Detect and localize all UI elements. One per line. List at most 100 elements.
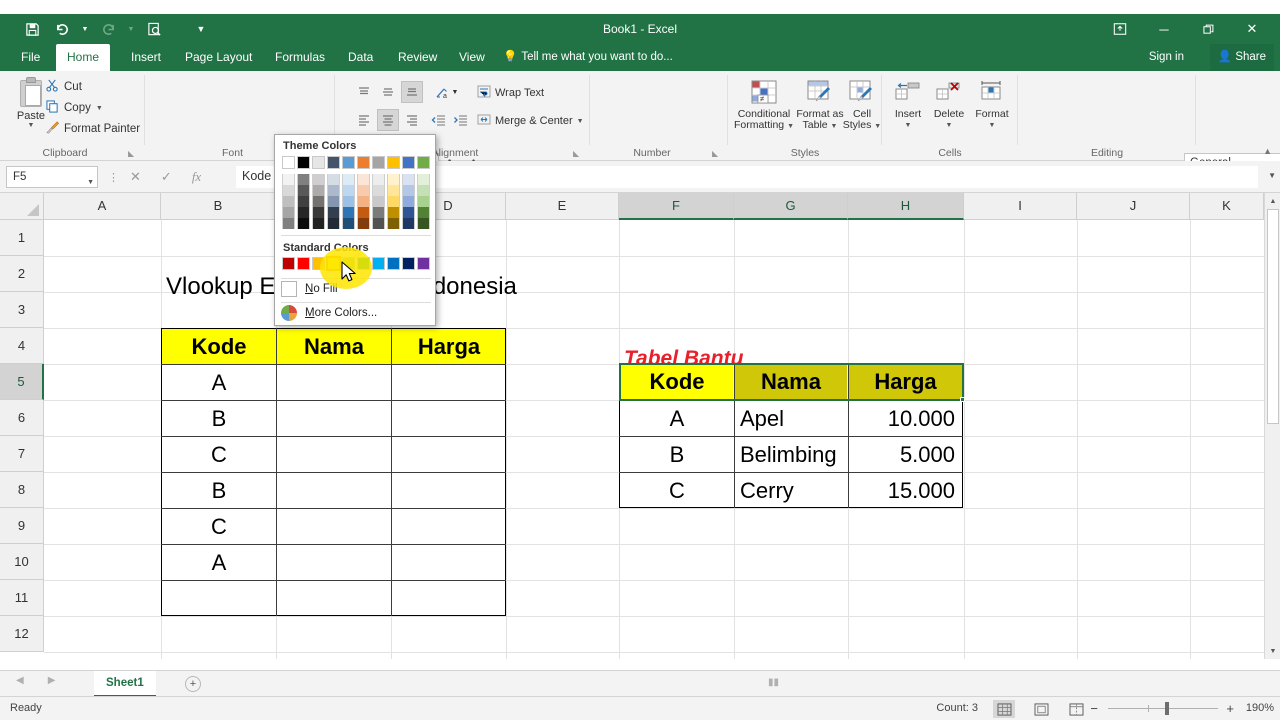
increase-indent-icon[interactable] [449, 109, 471, 131]
page-layout-icon[interactable] [1030, 700, 1052, 718]
standard-swatch-blue[interactable] [387, 257, 400, 270]
main-cell-kode-4[interactable]: B [162, 473, 276, 508]
theme-swatch-green[interactable] [417, 156, 430, 169]
insert-cells-dropdown-icon[interactable]: ▼ [888, 120, 928, 131]
name-box-dropdown-icon[interactable]: ▼ [87, 173, 94, 193]
main-cell-harga-5[interactable] [392, 509, 506, 544]
row-header-1[interactable]: 1 [0, 220, 44, 256]
select-all-corner[interactable] [0, 193, 44, 220]
zoom-slider[interactable] [1108, 702, 1218, 715]
row-header-8[interactable]: 8 [0, 472, 44, 508]
insert-function-icon[interactable]: fx [192, 169, 201, 185]
helper-cell-kode-2[interactable]: B [621, 437, 733, 472]
selection-fill-handle[interactable] [960, 397, 965, 402]
ribbon-display-options-icon[interactable] [1098, 14, 1142, 44]
helper-cell-nama-1[interactable]: Apel [735, 401, 847, 436]
vertical-scrollbar[interactable]: ▲ ▼ [1264, 193, 1280, 659]
theme-colors-top-row[interactable] [282, 156, 430, 169]
col-header-B[interactable]: B [161, 193, 276, 220]
row-header-3[interactable]: 3 [0, 292, 44, 328]
theme-swatch-dark-blue[interactable] [327, 156, 340, 169]
row-header-4[interactable]: 4 [0, 328, 44, 364]
helper-cell-harga-3[interactable]: 15.000 [849, 473, 962, 508]
row-header-7[interactable]: 7 [0, 436, 44, 472]
theme-shade-col-7[interactable] [372, 174, 385, 229]
theme-shade-col-4[interactable] [327, 174, 340, 229]
format-painter-button[interactable]: Format Painter [46, 121, 140, 137]
standard-swatch-light-blue[interactable] [372, 257, 385, 270]
tab-page-layout[interactable]: Page Layout [174, 44, 263, 71]
theme-shade-col-3[interactable] [312, 174, 325, 229]
theme-swatch-white[interactable] [282, 156, 295, 169]
main-cell-nama-4[interactable] [277, 473, 391, 508]
zoom-out-button[interactable]: − [1090, 701, 1098, 716]
row-header-9[interactable]: 9 [0, 508, 44, 544]
name-box[interactable]: F5 ▼ [6, 166, 98, 188]
main-cell-harga-1[interactable] [392, 365, 506, 400]
row-header-12[interactable]: 12 [0, 616, 44, 652]
standard-swatch-orange[interactable] [312, 257, 325, 270]
align-bottom-icon[interactable] [401, 81, 423, 103]
restore-button[interactable] [1186, 14, 1230, 44]
main-cell-nama-6[interactable] [277, 545, 391, 580]
cancel-entry-icon[interactable]: ✕ [130, 169, 141, 185]
col-header-A[interactable]: A [44, 193, 161, 220]
standard-swatch-green[interactable] [357, 257, 370, 270]
vertical-scroll-thumb[interactable] [1267, 209, 1279, 424]
main-cell-nama-3[interactable] [277, 437, 391, 472]
standard-swatch-dark-blue[interactable] [402, 257, 415, 270]
main-header-kode[interactable]: Kode [162, 329, 276, 364]
cut-button[interactable]: Cut [46, 79, 82, 95]
decrease-indent-icon[interactable] [427, 109, 449, 131]
tab-data[interactable]: Data [337, 44, 384, 71]
copy-dropdown-icon[interactable]: ▼ [96, 105, 103, 112]
theme-shade-col-8[interactable] [387, 174, 400, 229]
col-header-G[interactable]: G [734, 193, 848, 220]
collapse-ribbon-icon[interactable]: ▲ [1263, 146, 1272, 156]
more-colors-menu-item[interactable]: More Colors... [281, 305, 377, 321]
format-as-table-button[interactable]: Format as Table ▼ [796, 77, 844, 132]
orientation-dropdown-icon[interactable]: ▼ [450, 81, 460, 103]
tab-review[interactable]: Review [387, 44, 448, 71]
col-header-E[interactable]: E [506, 193, 619, 220]
next-sheet-icon[interactable]: ▶ [48, 675, 56, 686]
standard-swatch-red[interactable] [297, 257, 310, 270]
tab-home[interactable]: Home [56, 44, 111, 71]
alignment-dialog-launcher[interactable]: ◣ [573, 149, 579, 158]
tab-view[interactable]: View [448, 44, 496, 71]
main-cell-harga-4[interactable] [392, 473, 506, 508]
helper-header-harga[interactable]: Harga [849, 365, 962, 399]
main-cell-kode-2[interactable]: B [162, 401, 276, 436]
helper-cell-kode-1[interactable]: A [621, 401, 733, 436]
cell-styles-button[interactable]: Cell Styles ▼ [842, 77, 882, 132]
split-handle[interactable]: ▮▮ [768, 677, 779, 688]
standard-swatch-purple[interactable] [417, 257, 430, 270]
close-button[interactable]: ✕ [1230, 14, 1274, 44]
format-cells-dropdown-icon[interactable]: ▼ [970, 120, 1014, 131]
insert-cells-button[interactable]: Insert ▼ [888, 77, 928, 131]
col-header-H[interactable]: H [848, 193, 964, 220]
align-right-icon[interactable] [401, 109, 423, 131]
main-cell-nama-5[interactable] [277, 509, 391, 544]
align-center-icon[interactable] [377, 109, 399, 131]
theme-swatch-gray[interactable] [372, 156, 385, 169]
theme-shade-col-2[interactable] [297, 174, 310, 229]
align-left-icon[interactable] [353, 109, 375, 131]
standard-swatch-dark-red[interactable] [282, 257, 295, 270]
zoom-slider-knob[interactable] [1165, 702, 1169, 715]
fill-color-dropdown-menu[interactable]: Theme Colors Standard Colors No Fill Mor… [274, 134, 436, 326]
main-header-harga[interactable]: Harga [392, 329, 506, 364]
theme-swatch-indigo[interactable] [402, 156, 415, 169]
expand-formula-bar-icon[interactable]: ▼ [1268, 171, 1276, 180]
clipboard-dialog-launcher[interactable]: ◣ [128, 149, 134, 158]
sheet-tab-sheet1[interactable]: Sheet1 [94, 671, 156, 697]
main-header-nama[interactable]: Nama [277, 329, 391, 364]
number-dialog-launcher[interactable]: ◣ [712, 149, 718, 158]
col-header-K[interactable]: K [1190, 193, 1264, 220]
merge-center-button[interactable]: Merge & Center ▼ [477, 113, 584, 129]
theme-swatch-black[interactable] [297, 156, 310, 169]
minimize-button[interactable]: ─ [1142, 14, 1186, 44]
tab-insert[interactable]: Insert [120, 44, 172, 71]
prev-sheet-icon[interactable]: ◀ [16, 675, 24, 686]
copy-button[interactable]: Copy ▼ [46, 100, 103, 116]
